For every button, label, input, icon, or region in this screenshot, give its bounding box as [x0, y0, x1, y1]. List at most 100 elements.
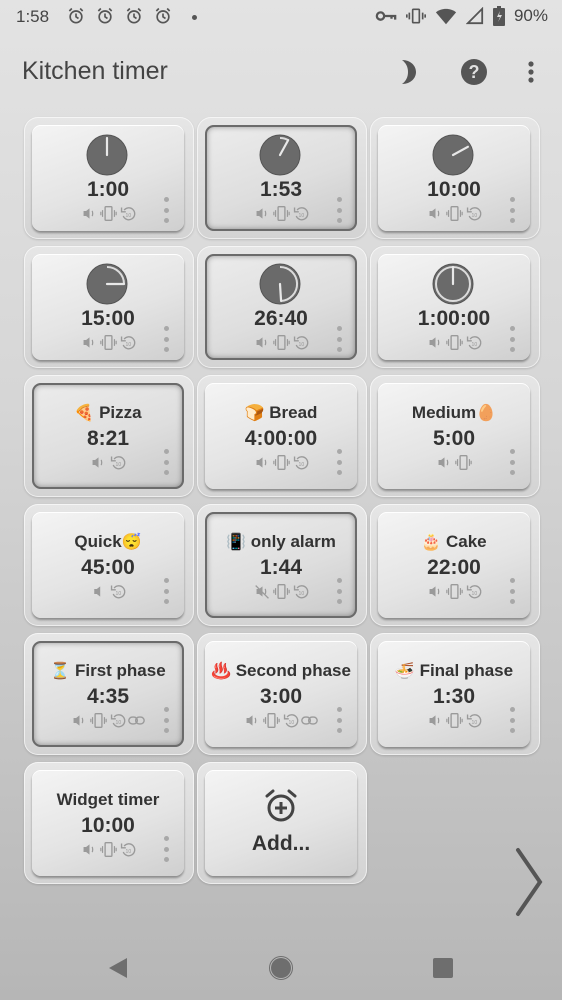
add-timer-button[interactable]: Add...: [205, 770, 357, 876]
vibrate-icon: [272, 335, 290, 350]
repeat-icon: 10: [120, 207, 135, 221]
timer-tile[interactable]: Quick😴 45:00 10: [32, 512, 184, 618]
timer-menu-button[interactable]: [162, 707, 170, 733]
repeat-icon: 10: [466, 336, 481, 350]
vibrate-icon: [445, 335, 463, 350]
timer-tile[interactable]: 🍕 Pizza 8:21 10: [32, 383, 184, 489]
timer-tile[interactable]: 📳 only alarm 1:44 10: [205, 512, 357, 618]
timer-menu-button[interactable]: [335, 707, 343, 733]
timer-duration: 1:44: [259, 556, 303, 579]
svg-text:10: 10: [471, 213, 477, 219]
timer-menu-button[interactable]: [335, 449, 343, 475]
timer-name: Medium🥚: [378, 403, 530, 423]
repeat-icon: 10: [293, 585, 308, 599]
sound-icon: [438, 457, 449, 468]
help-button[interactable]: ?: [456, 54, 492, 90]
tile-frame: 📳 only alarm 1:44 10: [197, 504, 367, 626]
vibrate-icon: [445, 584, 463, 599]
timer-menu-button[interactable]: [508, 707, 516, 733]
sound-icon: [256, 457, 266, 468]
timer-menu-button[interactable]: [335, 578, 343, 604]
sound-icon: [429, 337, 439, 348]
timer-menu-button[interactable]: [335, 326, 343, 352]
menu-dot: [336, 449, 342, 454]
tile-frame: 1:00:00 10: [370, 246, 540, 368]
svg-text:10: 10: [298, 213, 304, 219]
menu-dot: [163, 347, 169, 352]
vibrate-icon: [405, 8, 426, 24]
timer-tile[interactable]: 🎂 Cake 22:00 10: [378, 512, 530, 618]
menu-dot: [336, 459, 342, 465]
timer-tile[interactable]: ⏳ First phase 4:35 10: [32, 641, 184, 747]
back-button[interactable]: [100, 950, 136, 986]
timer-duration: 3:00: [259, 685, 303, 708]
next-page-button[interactable]: [508, 846, 548, 918]
timer-menu-button[interactable]: [162, 326, 170, 352]
timer-tile[interactable]: Medium🥚 5:00: [378, 383, 530, 489]
timer-tile[interactable]: ♨️ Second phase 3:00 10: [205, 641, 357, 747]
vibrate-icon: [99, 335, 117, 350]
vibrate-icon: [272, 206, 290, 221]
timer-name: 🎂 Cake: [378, 532, 530, 552]
menu-dot: [336, 470, 342, 475]
svg-text:10: 10: [116, 462, 122, 468]
menu-dot: [163, 857, 169, 862]
timer-name: 📳 only alarm: [205, 532, 357, 552]
vibrate-icon: [455, 455, 472, 470]
timer-tile[interactable]: 26:40 10: [205, 254, 357, 360]
timer-emoji: 🎂: [421, 534, 442, 551]
timer-menu-button[interactable]: [162, 836, 170, 862]
menu-dot: [163, 578, 169, 583]
timer-name-text: Widget timer: [56, 790, 160, 809]
timer-menu-button[interactable]: [162, 449, 170, 475]
menu-dot: [509, 578, 515, 583]
timer-tile[interactable]: 1:53 10: [205, 125, 357, 231]
alarm-icon: [155, 7, 171, 24]
repeat-icon: 10: [293, 336, 308, 350]
svg-text:?: ?: [469, 62, 480, 82]
timer-tile[interactable]: Widget timer 10:00 10: [32, 770, 184, 876]
timer-menu-button[interactable]: [162, 578, 170, 604]
timer-menu-button[interactable]: [335, 197, 343, 223]
night-mode-button[interactable]: [390, 54, 426, 90]
tile-frame: 🍞 Bread 4:00:00 10: [197, 375, 367, 497]
svg-text:10: 10: [471, 720, 477, 726]
timer-tile[interactable]: 🍞 Bread 4:00:00 10: [205, 383, 357, 489]
timer-tile[interactable]: 1:00:00 10: [378, 254, 530, 360]
menu-dot: [163, 717, 169, 723]
repeat-icon: 10: [466, 714, 481, 728]
clock-progress-icon: [86, 134, 128, 176]
timer-menu-button[interactable]: [508, 578, 516, 604]
timer-menu-button[interactable]: [508, 326, 516, 352]
vibrate-icon: [272, 584, 290, 599]
menu-dot: [336, 218, 342, 223]
repeat-icon: 10: [466, 207, 481, 221]
tile-frame: 1:53 10: [197, 117, 367, 239]
timer-duration: 5:00: [432, 427, 476, 450]
more-options-button[interactable]: [513, 54, 549, 90]
sound-icon: [83, 337, 93, 348]
timer-menu-button[interactable]: [508, 197, 516, 223]
tile-frame: Widget timer 10:00 10: [24, 762, 194, 884]
timer-name-text: Pizza: [99, 403, 142, 422]
timer-menu-button[interactable]: [162, 197, 170, 223]
timer-tile[interactable]: 🍜 Final phase 1:30 10: [378, 641, 530, 747]
tile-frame: 10:00 10: [370, 117, 540, 239]
home-button[interactable]: [263, 950, 299, 986]
vibrate-icon: [445, 713, 463, 728]
menu-dot: [163, 588, 169, 594]
timer-name: 🍞 Bread: [205, 403, 357, 423]
menu-dot: [509, 728, 515, 733]
clock-progress-icon: [86, 263, 128, 305]
timer-tile[interactable]: 10:00 10: [378, 125, 530, 231]
sound-icon: [429, 715, 439, 726]
menu-dot: [509, 336, 515, 342]
timer-tile[interactable]: 15:00 10: [32, 254, 184, 360]
recents-button[interactable]: [425, 950, 461, 986]
menu-dot: [509, 207, 515, 213]
svg-text:10: 10: [125, 849, 131, 855]
timer-tile[interactable]: 1:00 10: [32, 125, 184, 231]
timer-name: ⏳ First phase: [32, 661, 184, 681]
timer-menu-button[interactable]: [508, 449, 516, 475]
timer-emoji: ⏳: [50, 663, 71, 680]
